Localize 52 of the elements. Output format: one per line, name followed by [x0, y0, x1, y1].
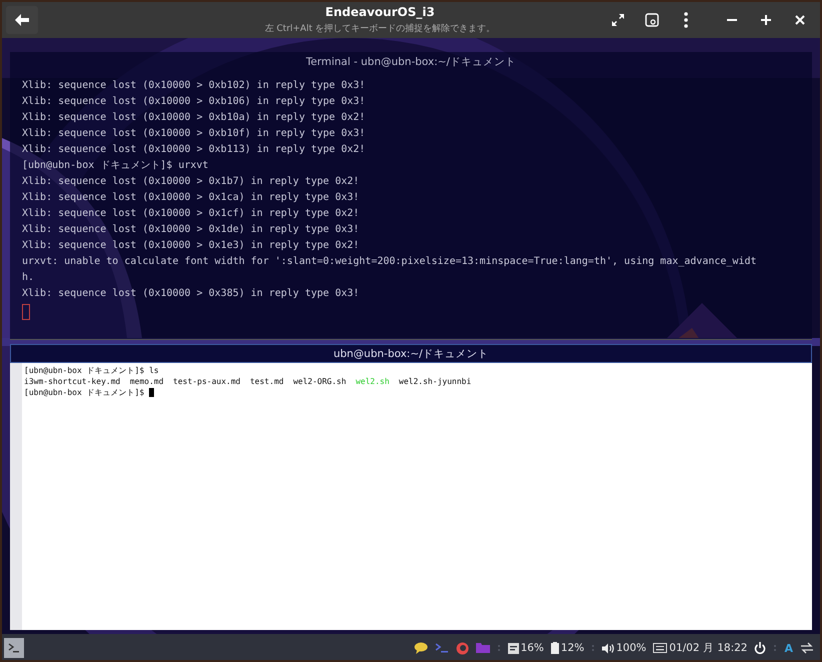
- terminal-line: urxvt: unable to calculate font width for ':slant=0:weight=200:pixelsize=13:minspace=True:lang=th', using max_advance_widt: [22, 255, 757, 269]
- prompt-icon: [8, 643, 20, 653]
- terminal-line: Xlib: sequence lost (0x10000 > 0xb113) in reply type 0x2!: [22, 143, 366, 157]
- file-name: wel2-ORG.sh: [293, 376, 346, 387]
- terminal-icon[interactable]: [434, 642, 449, 654]
- kebab-menu-icon: [684, 12, 688, 28]
- diagonal-arrows-icon: [611, 13, 625, 27]
- terminal-line: h.: [22, 271, 34, 285]
- status-text: 01/02 月 18:22: [669, 641, 748, 655]
- separator-dots: [591, 643, 596, 653]
- minus-icon: [727, 19, 737, 21]
- back-arrow-icon: [15, 14, 29, 26]
- swap-arrows-icon[interactable]: [800, 642, 814, 654]
- terminal-prompt: [ubn@ubn-box ドキュメント]$: [24, 387, 144, 398]
- terminal-title: Terminal - ubn@ubn-box:~/ドキュメント: [305, 55, 517, 70]
- status-text: 100%: [616, 642, 646, 654]
- speech-bubble-icon[interactable]: [414, 642, 428, 654]
- battery-icon: [550, 642, 559, 654]
- terminal-line: Xlib: sequence lost (0x10000 > 0xb102) in reply type 0x3!: [22, 79, 366, 93]
- status-text: 16%: [520, 642, 544, 654]
- file-name: i3wm-shortcut-key.md: [24, 376, 120, 387]
- terminal-line: Xlib: sequence lost (0x10000 > 0xb10f) in reply type 0x3!: [22, 127, 366, 141]
- status-text: 12%: [560, 642, 584, 654]
- power-icon[interactable]: [754, 642, 766, 654]
- terminal-line: Xlib: sequence lost (0x10000 > 0xb10a) in reply type 0x2!: [22, 111, 366, 125]
- cursor-icon: [22, 304, 30, 320]
- separator-dots: [496, 643, 501, 653]
- terminal-line: Xlib: sequence lost (0x10000 > 0x1b7) in reply type 0x2!: [22, 175, 360, 189]
- file-name: wel2.sh: [356, 376, 390, 387]
- cursor-icon: [149, 388, 154, 397]
- window-subtitle: 左 Ctrl+Alt を押してキーボードの捕捉を解除できます。: [264, 22, 496, 35]
- terminal-line: [ubn@ubn-box ドキュメント]$ urxvt: [22, 159, 208, 173]
- layout-indicator[interactable]: A: [784, 642, 793, 654]
- terminal-line: Xlib: sequence lost (0x10000 > 0xb106) in reply type 0x3!: [22, 95, 366, 109]
- back-button[interactable]: [6, 6, 38, 34]
- terminal-line: Xlib: sequence lost (0x10000 > 0x1de) in reply type 0x3!: [22, 223, 360, 237]
- window-title: EndeavourOS_i3: [325, 5, 435, 19]
- terminal-title-bar: ubn@ubn-box:~/ドキュメント: [10, 344, 812, 363]
- terminal-line: Xlib: sequence lost (0x10000 > 0x1cf) in reply type 0x2!: [22, 207, 360, 221]
- volume-icon: [602, 642, 614, 654]
- plus-icon: [761, 15, 771, 25]
- terminal-launcher-button[interactable]: [4, 638, 24, 658]
- file-name: wel2.sh-jyunnbi: [398, 376, 472, 387]
- close-icon: [795, 15, 805, 25]
- terminal-line: Xlib: sequence lost (0x10000 > 0x385) in reply type 0x3!: [22, 287, 360, 301]
- file-name: test.md: [250, 376, 284, 387]
- terminal-line: Xlib: sequence lost (0x10000 > 0x1ca) in reply type 0x3!: [22, 191, 360, 205]
- file-name: test-ps-aux.md: [173, 376, 240, 387]
- terminal-line: [ubn@ubn-box ドキュメント]$ ls: [24, 365, 159, 376]
- terminal-line: Xlib: sequence lost (0x10000 > 0x1e3) in reply type 0x2!: [22, 239, 360, 253]
- separator-dots: [773, 643, 778, 653]
- file-name: memo.md: [130, 376, 164, 387]
